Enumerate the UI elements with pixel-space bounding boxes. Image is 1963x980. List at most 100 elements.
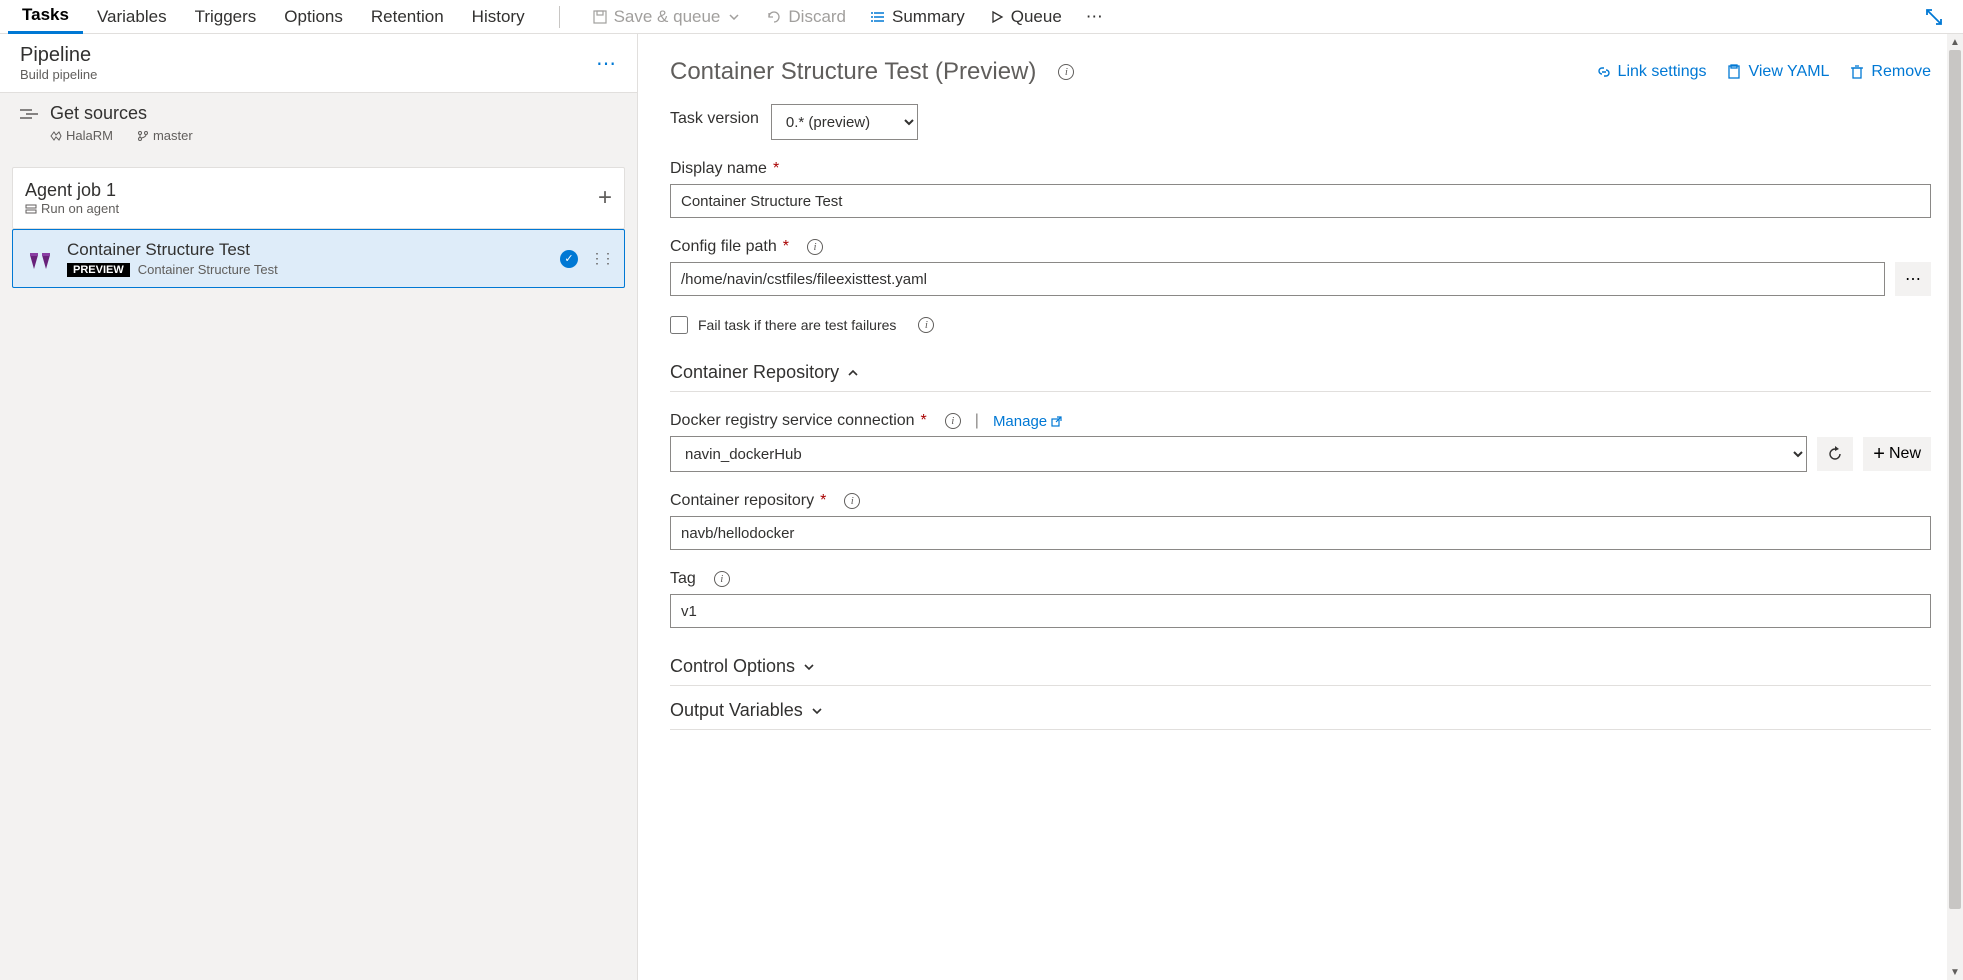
separator: |: [975, 412, 979, 430]
docker-conn-select[interactable]: navin_dockerHub: [670, 436, 1807, 472]
external-link-icon: [1051, 416, 1062, 427]
output-variables-section[interactable]: Output Variables: [670, 692, 1931, 730]
summary-button[interactable]: Summary: [858, 3, 977, 31]
scroll-up-button[interactable]: ▲: [1947, 34, 1963, 50]
drag-handle-icon[interactable]: ⋮⋮: [590, 250, 612, 267]
tab-history[interactable]: History: [458, 1, 539, 33]
info-icon[interactable]: i: [1058, 64, 1074, 80]
server-icon: [25, 204, 37, 214]
task-name: Container Structure Test: [67, 240, 548, 260]
task-item-container-structure-test[interactable]: Container Structure Test PREVIEW Contain…: [12, 229, 625, 288]
get-sources-title: Get sources: [50, 103, 193, 124]
refresh-icon: [1827, 446, 1843, 462]
scroll-thumb[interactable]: [1949, 50, 1961, 909]
required-marker: *: [921, 412, 927, 430]
tab-strip: Tasks Variables Triggers Options Retenti…: [8, 0, 539, 34]
scroll-down-button[interactable]: ▼: [1947, 964, 1963, 980]
repo-icon: [50, 130, 62, 142]
view-yaml-button[interactable]: View YAML: [1726, 63, 1829, 81]
tab-tasks[interactable]: Tasks: [8, 0, 83, 34]
agent-job-title: Agent job 1: [25, 180, 119, 201]
fail-on-error-checkbox[interactable]: [670, 316, 688, 334]
detail-title: Container Structure Test (Preview) i: [670, 58, 1074, 86]
section-title: Control Options: [670, 656, 795, 677]
repo-name: HalaRM: [66, 128, 113, 143]
docker-conn-label: Docker registry service connection: [670, 412, 915, 430]
list-icon: [870, 9, 886, 25]
link-settings-label: Link settings: [1618, 63, 1707, 81]
save-queue-button[interactable]: Save & queue: [580, 3, 755, 31]
task-version-select[interactable]: 0.* (preview): [771, 104, 918, 140]
control-options-section[interactable]: Control Options: [670, 648, 1931, 686]
separator: [559, 6, 560, 28]
repo-label: HalaRM: [50, 128, 113, 143]
config-path-input[interactable]: [670, 262, 1885, 296]
task-subtitle: Container Structure Test: [138, 262, 278, 277]
info-icon[interactable]: i: [807, 239, 823, 255]
trash-icon: [1849, 64, 1865, 80]
detail-title-text: Container Structure Test (Preview): [670, 58, 1036, 86]
agent-job-row[interactable]: Agent job 1 Run on agent +: [12, 167, 625, 229]
section-title: Output Variables: [670, 700, 803, 721]
discard-button[interactable]: Discard: [754, 3, 858, 31]
main-split: Pipeline Build pipeline ⋯ Get sources Ha…: [0, 34, 1963, 980]
fullscreen-button[interactable]: [1913, 4, 1955, 30]
scroll-track[interactable]: [1947, 50, 1963, 964]
remove-button[interactable]: Remove: [1849, 63, 1931, 81]
required-marker: *: [820, 492, 826, 510]
config-path-label: Config file path: [670, 238, 777, 256]
chevron-up-icon: [847, 369, 859, 377]
add-task-button[interactable]: +: [598, 184, 612, 212]
pipeline-title: Pipeline: [20, 44, 97, 67]
pipeline-subtitle: Build pipeline: [20, 67, 97, 82]
save-queue-label: Save & queue: [614, 7, 721, 27]
chevron-down-icon: [803, 663, 815, 671]
new-label: New: [1889, 445, 1921, 463]
queue-button[interactable]: Queue: [977, 3, 1074, 31]
manage-link[interactable]: Manage: [993, 413, 1062, 430]
browse-path-button[interactable]: ⋯: [1895, 262, 1931, 296]
info-icon[interactable]: i: [918, 317, 934, 333]
tab-retention[interactable]: Retention: [357, 1, 458, 33]
preview-badge: PREVIEW: [67, 263, 130, 277]
tab-triggers[interactable]: Triggers: [181, 1, 271, 33]
info-icon[interactable]: i: [844, 493, 860, 509]
pipeline-more-button[interactable]: ⋯: [596, 51, 617, 76]
display-name-label: Display name: [670, 160, 767, 178]
tab-variables[interactable]: Variables: [83, 1, 181, 33]
view-yaml-label: View YAML: [1748, 63, 1829, 81]
top-toolbar: Tasks Variables Triggers Options Retenti…: [0, 0, 1963, 34]
refresh-connections-button[interactable]: [1817, 437, 1853, 471]
pipeline-header[interactable]: Pipeline Build pipeline ⋯: [0, 34, 637, 93]
task-icon: [25, 244, 55, 274]
section-title: Container Repository: [670, 362, 839, 383]
tag-label: Tag: [670, 570, 696, 588]
sources-icon: [20, 107, 38, 121]
queue-label: Queue: [1011, 7, 1062, 27]
clipboard-icon: [1726, 64, 1742, 80]
link-settings-button[interactable]: Link settings: [1596, 63, 1707, 81]
display-name-input[interactable]: [670, 184, 1931, 218]
tab-options[interactable]: Options: [270, 1, 357, 33]
branch-name: master: [153, 128, 193, 143]
scrollbar[interactable]: ▲ ▼: [1947, 34, 1963, 980]
summary-label: Summary: [892, 7, 965, 27]
tag-input[interactable]: [670, 594, 1931, 628]
check-icon: ✓: [560, 250, 578, 268]
play-icon: [989, 9, 1005, 25]
task-version-label: Task version: [670, 110, 759, 128]
remove-label: Remove: [1871, 63, 1931, 81]
container-repository-section[interactable]: Container Repository: [670, 354, 1931, 391]
new-connection-button[interactable]: + New: [1863, 437, 1931, 471]
branch-icon: [137, 130, 149, 142]
info-icon[interactable]: i: [945, 413, 961, 429]
discard-label: Discard: [788, 7, 846, 27]
container-repo-input[interactable]: [670, 516, 1931, 550]
branch-label: master: [137, 128, 193, 143]
agent-job-sub-text: Run on agent: [41, 201, 119, 216]
info-icon[interactable]: i: [714, 571, 730, 587]
get-sources-row[interactable]: Get sources HalaRM master: [0, 93, 637, 153]
required-marker: *: [783, 238, 789, 256]
toolbar-more-button[interactable]: ⋯: [1074, 3, 1115, 31]
left-panel: Pipeline Build pipeline ⋯ Get sources Ha…: [0, 34, 638, 980]
